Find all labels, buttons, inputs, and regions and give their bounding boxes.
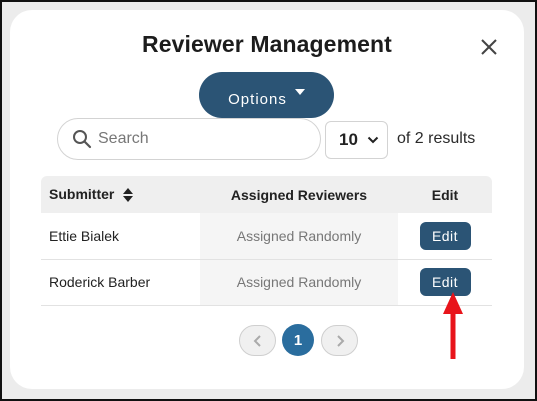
- header-assigned-reviewers: Assigned Reviewers: [230, 186, 368, 203]
- close-button[interactable]: [478, 36, 500, 58]
- table-header-row: Submitter Assigned Reviewers Edit: [41, 176, 492, 213]
- table-row: Ettie Bialek Assigned Randomly Edit: [41, 213, 492, 259]
- reviewers-cell: Assigned Randomly: [200, 213, 398, 259]
- submitter-cell: Roderick Barber: [49, 274, 151, 290]
- chevron-right-icon: [336, 334, 344, 347]
- search-field[interactable]: [57, 118, 321, 160]
- options-button[interactable]: Options: [199, 72, 334, 118]
- results-count: of 2 results: [397, 130, 476, 147]
- modal-title: Reviewer Management: [142, 31, 392, 57]
- sort-icon[interactable]: [122, 187, 134, 203]
- caret-down-icon: [294, 89, 305, 95]
- page-size-value: 10: [339, 130, 358, 149]
- page-size-select[interactable]: 10: [325, 121, 388, 159]
- table-row: Roderick Barber Assigned Randomly Edit: [41, 259, 492, 305]
- reviewers-cell: Assigned Randomly: [200, 259, 398, 305]
- options-label: Options: [228, 90, 287, 108]
- previous-page-button[interactable]: [239, 325, 276, 356]
- next-page-button[interactable]: [321, 325, 358, 356]
- page-1-button[interactable]: 1: [282, 324, 314, 356]
- search-icon: [73, 130, 92, 149]
- submitter-cell: Ettie Bialek: [49, 227, 120, 244]
- header-submitter-label: Submitter: [49, 186, 115, 203]
- edit-cell: Edit: [398, 213, 492, 259]
- close-icon: [481, 39, 497, 55]
- reviewers-table: Submitter Assigned Reviewers Edit Ettie …: [41, 176, 492, 306]
- edit-button[interactable]: Edit: [419, 221, 471, 250]
- search-input[interactable]: [98, 130, 298, 148]
- header-edit: Edit: [431, 186, 459, 203]
- annotation-arrow-icon: [443, 292, 463, 359]
- chevron-down-icon: [367, 136, 379, 144]
- header-submitter[interactable]: Submitter: [41, 176, 200, 213]
- chevron-left-icon: [253, 334, 261, 347]
